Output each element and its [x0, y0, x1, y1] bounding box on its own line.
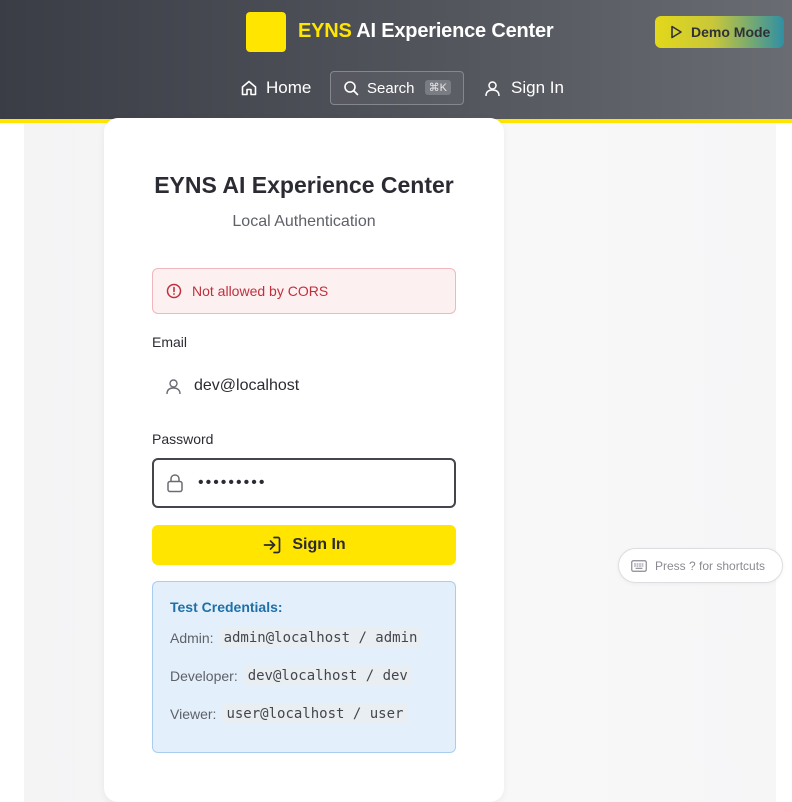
- brand-accent: EYNS: [298, 20, 352, 42]
- shortcuts-hint-label: Press ? for shortcuts: [655, 558, 766, 573]
- brand-rest: AI Experience Center: [351, 20, 554, 42]
- login-title: EYNS AI Experience Center: [154, 172, 454, 198]
- credential-value: user@localhost / user: [222, 704, 408, 724]
- search-label: Search: [367, 79, 415, 97]
- sign-in-button-label: Sign In: [292, 536, 346, 553]
- search-button[interactable]: Search ⌘K: [330, 71, 464, 105]
- test-credentials-box: Test Credentials: Admin: admin@localhost…: [152, 581, 456, 753]
- email-value: dev@localhost: [194, 377, 300, 394]
- user-icon: [165, 378, 182, 395]
- app-header: EYNS AI Experience Center Demo Mode Home…: [0, 0, 792, 120]
- shortcuts-hint[interactable]: Press ? for shortcuts: [618, 548, 783, 583]
- play-icon: [669, 25, 683, 39]
- alert-icon: [166, 283, 182, 299]
- test-credentials-title: Test Credentials:: [170, 599, 283, 615]
- demo-mode-button[interactable]: Demo Mode: [655, 16, 784, 48]
- credential-role: Developer:: [170, 668, 238, 684]
- error-alert: Not allowed by CORS: [152, 268, 456, 314]
- credential-row-developer: Developer: dev@localhost / dev: [170, 666, 412, 686]
- nav-sign-in[interactable]: Sign In: [484, 71, 564, 105]
- app-title[interactable]: EYNS AI Experience Center: [298, 20, 554, 46]
- credential-row-admin: Admin: admin@localhost / admin: [170, 628, 422, 648]
- home-icon: [240, 79, 258, 97]
- credential-value: admin@localhost / admin: [219, 628, 422, 648]
- search-shortcut-badge: ⌘K: [424, 80, 451, 95]
- login-subtitle: Local Authentication: [232, 213, 376, 230]
- user-icon: [484, 80, 501, 97]
- password-value: •••••••••: [198, 474, 267, 491]
- sign-in-button[interactable]: Sign In: [152, 525, 456, 565]
- lock-icon: [166, 473, 184, 493]
- logo-icon[interactable]: [246, 12, 286, 52]
- password-field[interactable]: •••••••••: [152, 458, 456, 508]
- nav-sign-in-label: Sign In: [511, 78, 564, 97]
- demo-mode-label: Demo Mode: [691, 24, 771, 40]
- error-message: Not allowed by CORS: [192, 283, 329, 299]
- credential-role: Admin:: [170, 630, 214, 646]
- sign-in-icon: [262, 535, 282, 555]
- credential-role: Viewer:: [170, 706, 217, 722]
- nav-home-label: Home: [266, 78, 312, 97]
- credential-row-viewer: Viewer: user@localhost / user: [170, 704, 408, 724]
- email-label: Email: [152, 334, 188, 350]
- nav-home[interactable]: Home: [240, 71, 311, 105]
- keyboard-icon: [631, 559, 647, 572]
- password-label: Password: [152, 431, 214, 447]
- credential-value: dev@localhost / dev: [243, 666, 412, 686]
- search-icon: [343, 80, 359, 96]
- email-field[interactable]: dev@localhost: [152, 366, 456, 406]
